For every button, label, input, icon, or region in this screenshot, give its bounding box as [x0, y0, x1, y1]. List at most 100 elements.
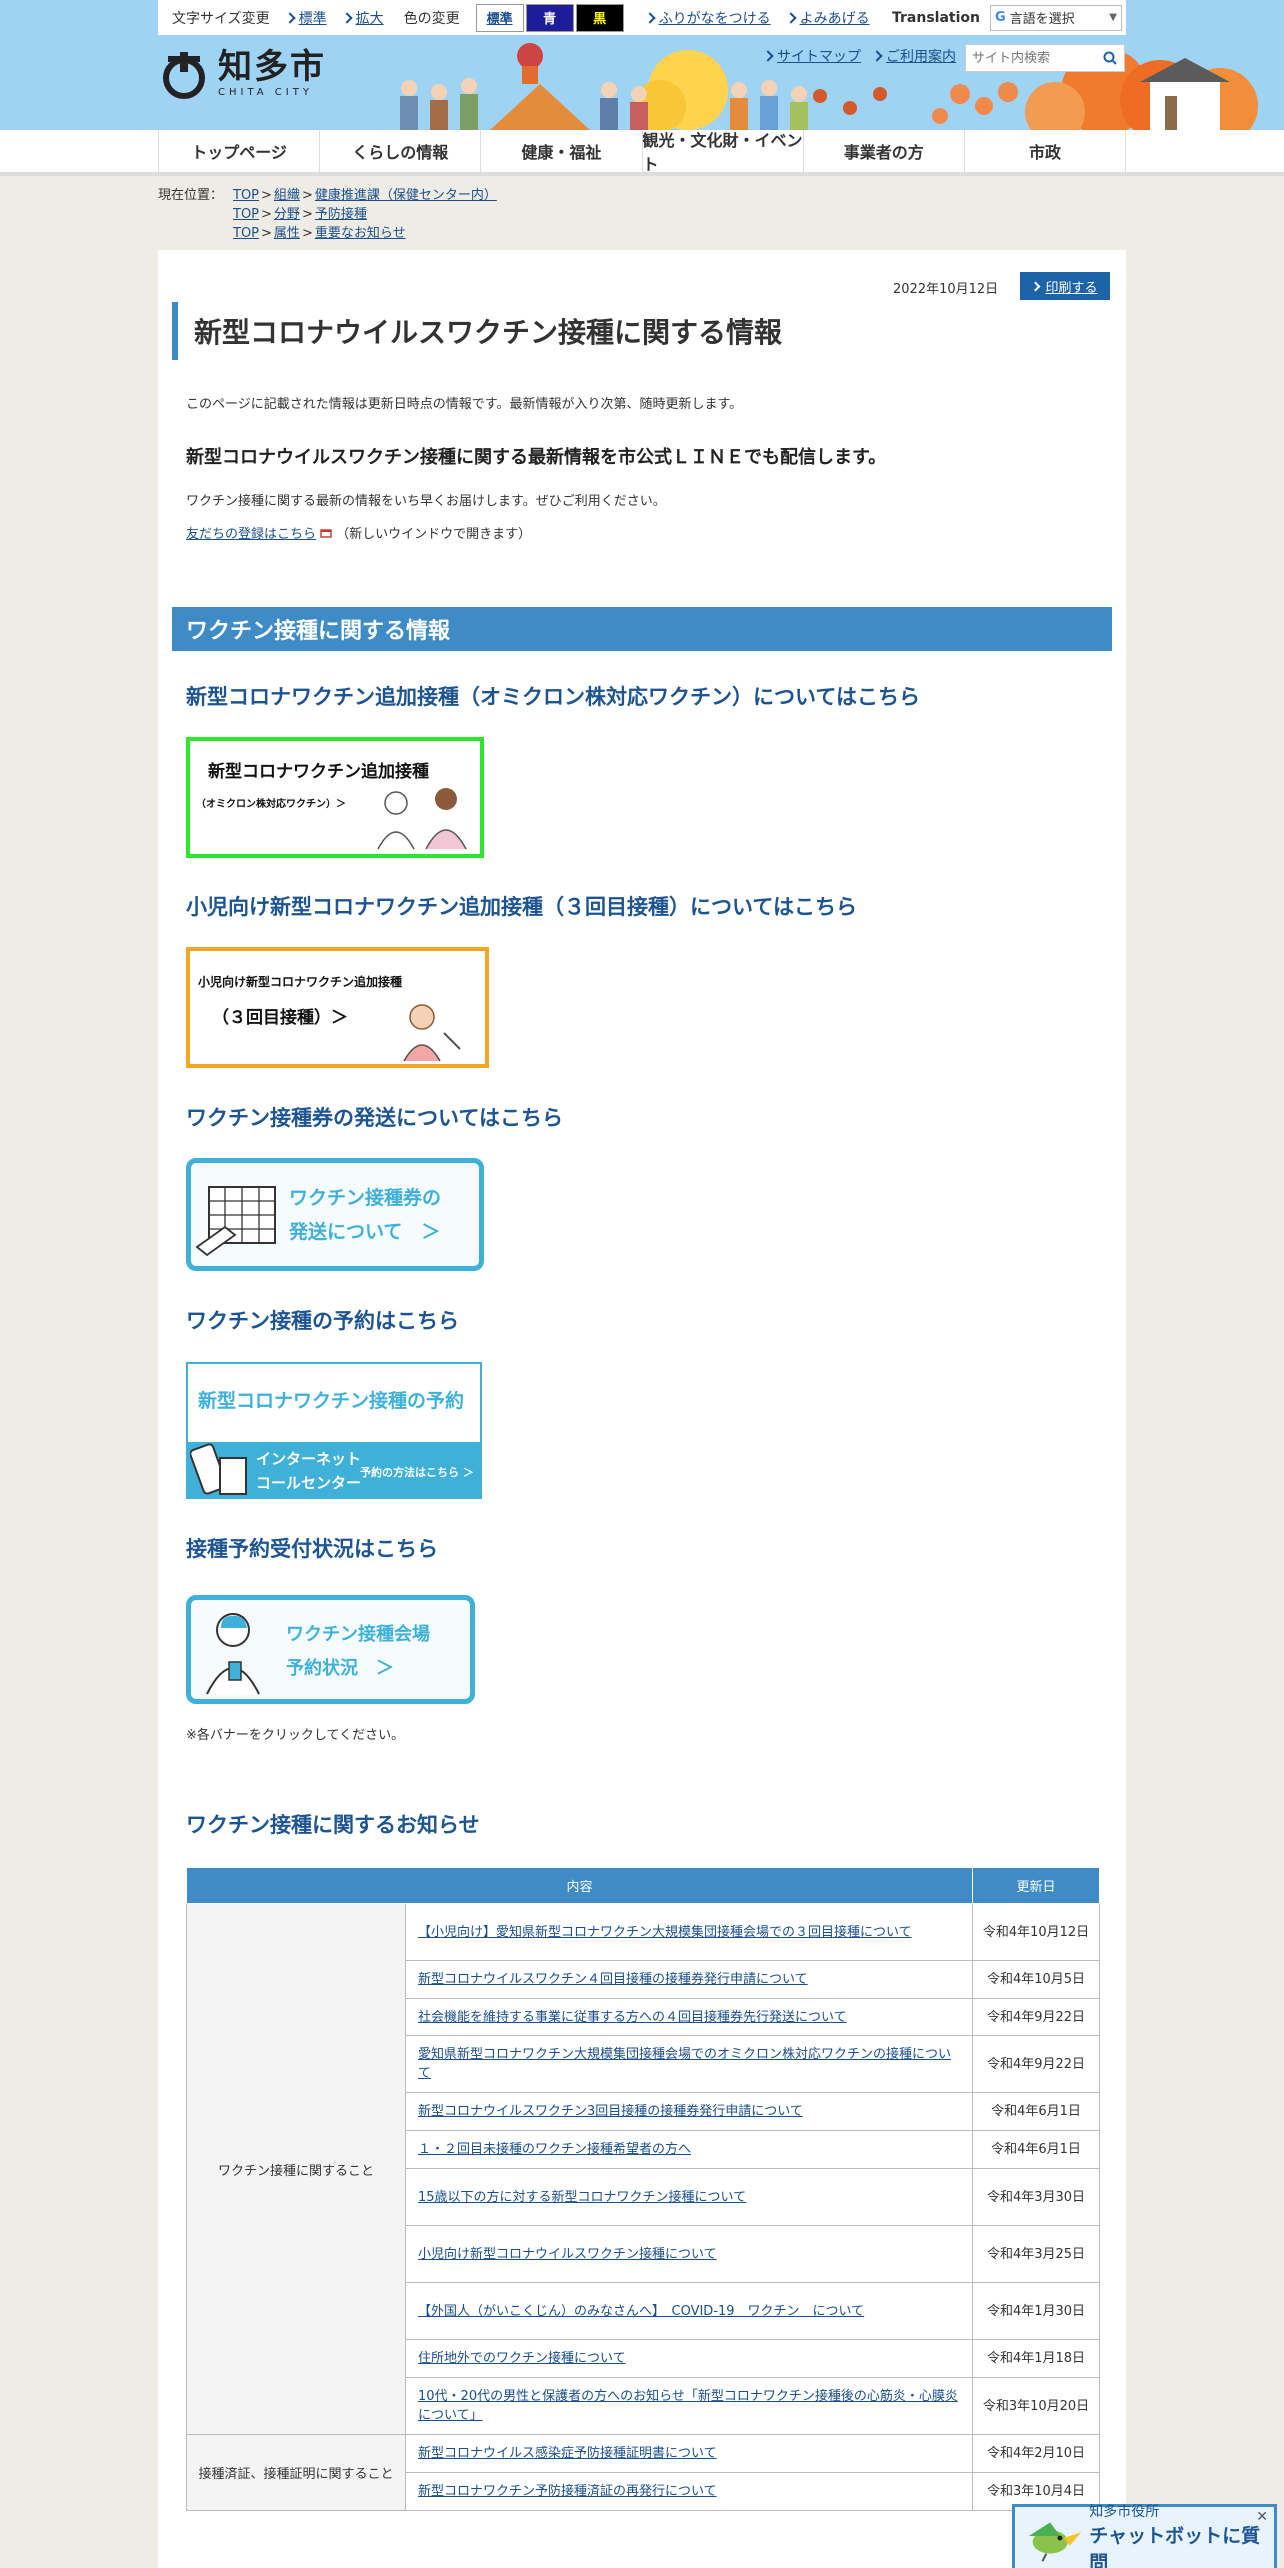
nav-item-health[interactable]: 健康・福祉	[480, 130, 641, 172]
section-heading-omicron: 新型コロナワクチン追加接種（オミクロン株対応ワクチン）についてはこちら	[186, 685, 920, 709]
banner-note: ※各バナーをクリックしてください。	[186, 1728, 405, 1743]
breadcrumb: 現在位置： TOP > 組織 > 健康推進課（保健センター内） TOP > 分野 > 予…	[158, 186, 497, 243]
font-large-link[interactable]: 拡大	[343, 8, 384, 28]
notice-date: 令和4年3月25日	[972, 2225, 1100, 2283]
furigana-link[interactable]: ふりがなをつける	[646, 8, 771, 28]
new-window-note: （新しいウインドウで開きます）	[336, 527, 532, 542]
nav-item-top[interactable]: トップページ	[158, 130, 319, 172]
notice-link[interactable]: 社会機能を維持する事業に従事する方への４回目接種券先行発送について	[418, 2010, 847, 2025]
color-black-button[interactable]: 黒	[575, 3, 624, 32]
breadcrumb-link[interactable]: TOP	[233, 205, 259, 224]
notice-link[interactable]: １・２回目未接種のワクチン接種希望者の方へ	[418, 2142, 691, 2157]
new-window-icon	[320, 528, 332, 538]
google-icon: G	[995, 10, 1006, 25]
color-standard-button[interactable]: 標準	[475, 3, 524, 32]
notice-date: 令和4年9月22日	[972, 2035, 1100, 2093]
notice-link[interactable]: 【外国人（がいこくじん）のみなさんへ】 COVID-19 ワクチン について	[418, 2304, 864, 2319]
notice-date: 令和4年9月22日	[972, 1998, 1100, 2036]
notice-date: 令和4年1月30日	[972, 2282, 1100, 2340]
language-select-label: 言語を選択	[1009, 12, 1075, 27]
voucher-shipping-banner[interactable]: ワクチン接種券の 発送について ＞	[186, 1158, 484, 1271]
person-phone-icon	[206, 1613, 260, 1695]
notice-link[interactable]: 愛知県新型コロナワクチン大規模集団接種会場でのオミクロン株対応ワクチンの接種につ…	[418, 2047, 951, 2081]
notice-link[interactable]: 新型コロナワクチン予防接種済証の再発行について	[418, 2484, 717, 2499]
translation-label: Translation	[892, 9, 980, 26]
notice-link[interactable]: 新型コロナウイルス感染症予防接種証明書について	[418, 2446, 717, 2461]
updated-date: 2022年10月12日	[893, 282, 999, 297]
notice-table: 内容 更新日 ワクチン接種に関すること 【小児向け】愛知県新型コロナワクチン大規…	[186, 1867, 1100, 2511]
table-category: ワクチン接種に関すること	[186, 1903, 406, 2435]
nav-item-living[interactable]: くらしの情報	[319, 130, 480, 172]
notice-link[interactable]: 小児向け新型コロナウイルスワクチン接種について	[418, 2247, 717, 2262]
close-icon[interactable]: ✕	[1256, 2509, 1268, 2525]
breadcrumb-link[interactable]: 組織	[274, 186, 300, 205]
table-row: 接種済証、接種証明に関すること 新型コロナウイルス感染症予防接種証明書について …	[186, 2434, 1100, 2511]
section-heading-reservation: ワクチン接種の予約はこちら	[186, 1309, 459, 1333]
notice-link[interactable]: 住所地外でのワクチン接種について	[418, 2351, 626, 2366]
font-size-label: 文字サイズ変更	[172, 10, 270, 27]
nav-item-tourism[interactable]: 観光・文化財・イベント	[641, 130, 803, 174]
page-title: 新型コロナウイルスワクチン接種に関する情報	[172, 302, 1112, 360]
breadcrumb-label: 現在位置：	[158, 188, 224, 203]
table-header-content: 内容	[186, 1867, 973, 1904]
site-logo[interactable]: 知多市 CHITA CITY	[158, 48, 326, 100]
notice-link[interactable]: 新型コロナウイルスワクチン４回目接種の接種券発行申請について	[418, 1972, 808, 1987]
search-input[interactable]	[966, 45, 1096, 71]
section-heading-status: 接種予約受付状況はこちら	[186, 1537, 438, 1561]
line-heading: 新型コロナウイルスワクチン接種に関する最新情報を市公式ＬＩＮＥでも配信します。	[186, 447, 887, 468]
guide-link[interactable]: ご利用案内	[873, 46, 956, 66]
breadcrumb-link[interactable]: TOP	[233, 186, 259, 205]
breadcrumb-link[interactable]: 重要なお知らせ	[315, 224, 406, 243]
notice-link[interactable]: 【小児向け】愛知県新型コロナワクチン大規模集団接種会場での３回目接種について	[418, 1925, 912, 1940]
calendar-icon	[195, 1186, 276, 1257]
color-blue-button[interactable]: 青	[525, 3, 574, 32]
main-content: 2022年10月12日 印刷する 新型コロナウイルスワクチン接種に関する情報 こ…	[158, 250, 1126, 2568]
color-change-label: 色の変更	[403, 10, 460, 27]
notice-date: 令和4年10月5日	[972, 1960, 1100, 1999]
notice-link[interactable]: 15歳以下の方に対する新型コロナワクチン接種について	[418, 2190, 746, 2205]
table-header-date: 更新日	[972, 1867, 1100, 1904]
logo-text-jp: 知多市	[218, 47, 326, 87]
print-button[interactable]: 印刷する	[1020, 272, 1110, 300]
breadcrumb-link[interactable]: 予防接種	[315, 205, 367, 224]
reservation-banner[interactable]: 新型コロナワクチン接種の予約 インターネット コールセンター 予約の方法はこちら…	[186, 1362, 482, 1499]
notice-title: ワクチン接種に関するお知らせ	[186, 1813, 480, 1837]
line-description: ワクチン接種に関する最新の情報をいち早くお届けします。ぜひご利用ください。	[186, 494, 666, 509]
notice-date: 令和4年1月18日	[972, 2339, 1100, 2378]
chatbot-bird-icon	[1028, 2521, 1082, 2562]
chatbot-widget[interactable]: 知多市役所 チャットボットに質問 ✕	[1012, 2504, 1277, 2568]
notice-link[interactable]: 新型コロナウイルスワクチン3回目接種の接種券発行申請について	[418, 2104, 803, 2119]
breadcrumb-link[interactable]: TOP	[233, 224, 259, 243]
line-link-row: 友だちの登録はこちら （新しいウインドウで開きます）	[186, 523, 531, 542]
search-icon[interactable]	[1096, 45, 1124, 71]
notice-date: 令和4年10月12日	[972, 1903, 1100, 1961]
nav-item-business[interactable]: 事業者の方	[802, 130, 964, 172]
nav-item-city-admin[interactable]: 市政	[963, 130, 1127, 172]
omicron-booster-banner[interactable]: 新型コロナワクチン追加接種 （オミクロン株対応ワクチン）＞	[186, 737, 484, 858]
header-hero: 文字サイズ変更 標準 拡大 色の変更 標準 青 黒 ふりがなをつける よみあげる…	[0, 0, 1284, 130]
section-heading-voucher: ワクチン接種券の発送についてはこちら	[186, 1106, 563, 1130]
phone-computer-icon	[190, 1443, 247, 1495]
reservation-status-banner[interactable]: ワクチン接種会場 予約状況 ＞	[186, 1595, 475, 1704]
notice-link[interactable]: 10代・20代の男性と保護者の方へのお知らせ「新型コロナワクチン接種後の心筋炎・…	[418, 2389, 958, 2423]
city-emblem-icon	[163, 52, 205, 99]
intro-text: このページに記載された情報は更新日時点の情報です。最新情報が入り次第、随時更新し…	[186, 397, 743, 412]
notice-date: 令和3年10月20日	[972, 2377, 1100, 2435]
section-heading-children: 小児向け新型コロナワクチン追加接種（３回目接種）についてはこちら	[186, 895, 857, 919]
chatbot-label: チャットボットに質問	[1089, 2524, 1261, 2568]
children-booster-banner[interactable]: 小児向け新型コロナワクチン追加接種 （３回目接種）＞	[186, 947, 489, 1068]
language-select[interactable]: G 言語を選択 ▼	[990, 4, 1122, 31]
read-aloud-link[interactable]: よみあげる	[787, 8, 870, 28]
breadcrumb-link[interactable]: 健康推進課（保健センター内）	[315, 186, 497, 205]
table-category: 接種済証、接種証明に関すること	[186, 2434, 406, 2511]
section-title: ワクチン接種に関する情報	[172, 607, 1112, 651]
sitemap-link[interactable]: サイトマップ	[764, 46, 861, 66]
breadcrumb-link[interactable]: 属性	[274, 224, 300, 243]
breadcrumb-link[interactable]: 分野	[274, 205, 300, 224]
line-friend-link[interactable]: 友だちの登録はこちら	[186, 523, 332, 542]
global-nav: トップページ くらしの情報 健康・福祉 観光・文化財・イベント 事業者の方 市政	[0, 130, 1284, 176]
font-standard-link[interactable]: 標準	[286, 8, 327, 28]
chevron-down-icon: ▼	[1109, 12, 1117, 23]
logo-text-en: CHITA CITY	[218, 87, 313, 98]
header-links: サイトマップ ご利用案内	[764, 46, 968, 66]
